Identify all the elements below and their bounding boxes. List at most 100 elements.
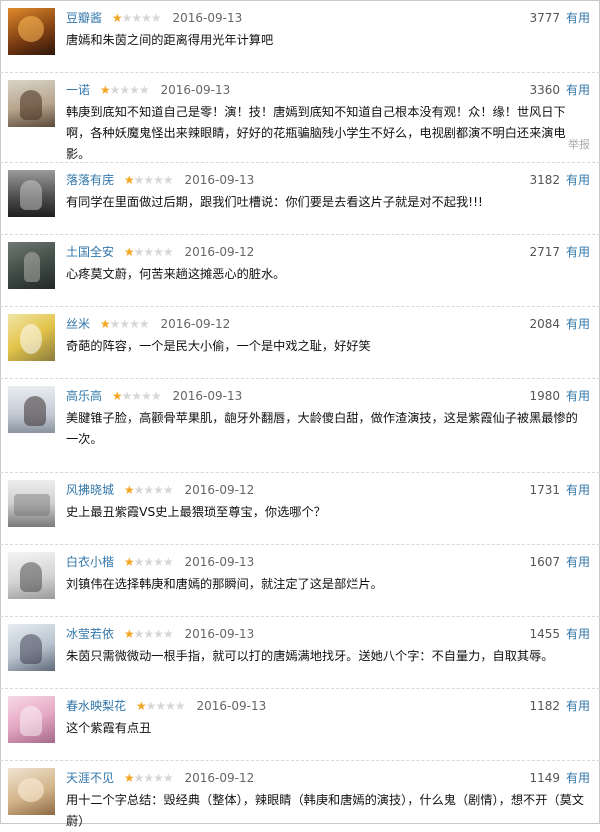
rating-stars: ★★★★★ — [123, 173, 174, 187]
useful-button[interactable]: 有用 — [566, 171, 590, 189]
comment-date: 2016-09-12 — [160, 317, 231, 331]
useful-button[interactable]: 有用 — [566, 481, 590, 499]
useful-button[interactable]: 有用 — [566, 769, 590, 787]
comment-username[interactable]: 风拂晓城 — [66, 483, 114, 497]
comment-item: 一诺 ★★★★★ 2016-09-13 3360 有用 韩庚到底知不知道自己是零… — [0, 72, 600, 163]
comment-text: 奇葩的阵容，一个是民大小偷，一个是中戏之耻，好好笑 — [66, 339, 371, 353]
comment-text: 唐嫣和朱茵之间的距离得用光年计算吧 — [66, 33, 274, 47]
comment-date: 2016-09-13 — [160, 83, 231, 97]
user-avatar[interactable] — [8, 242, 55, 289]
comment-item: 落落有庑 ★★★★★ 2016-09-13 3182 有用 有同学在里面做过后期… — [0, 162, 600, 235]
comment-item: 天涯不见 ★★★★★ 2016-09-12 1149 有用 用十二个字总结：毁经… — [0, 760, 600, 828]
comment-date: 2016-09-12 — [184, 483, 255, 497]
user-avatar[interactable] — [8, 386, 55, 433]
vote-count: 1149 — [529, 771, 560, 785]
comment-text: 这个紫霞有点丑 — [66, 721, 152, 735]
comment-username[interactable]: 白衣小楷 — [66, 555, 114, 569]
comment-date: 2016-09-13 — [172, 389, 243, 403]
useful-button[interactable]: 有用 — [566, 81, 590, 99]
rating-stars: ★★★★★ — [99, 317, 150, 331]
comment-text: 美腱锥子脸，高颧骨苹果肌，龅牙外翻唇，大龄傻白甜，做作渣演技，这是紫霞仙子被黑最… — [66, 411, 578, 446]
comment-date: 2016-09-13 — [184, 627, 255, 641]
useful-button[interactable]: 有用 — [566, 625, 590, 643]
comment-text: 朱茵只需微微动一根手指，就可以打的唐嫣满地找牙。送她八个字：不自量力，自取其辱。 — [66, 649, 554, 663]
useful-button[interactable]: 有用 — [566, 387, 590, 405]
rating-stars: ★★★★★ — [135, 699, 186, 713]
vote-count: 1455 — [529, 627, 560, 641]
comment-item: 土国全安 ★★★★★ 2016-09-12 2717 有用 心疼莫文蔚，何苦来趟… — [0, 234, 600, 307]
vote-count: 2084 — [529, 317, 560, 331]
rating-stars: ★★★★★ — [99, 83, 150, 97]
comment-text: 心疼莫文蔚，何苦来趟这摊恶心的脏水。 — [66, 267, 286, 281]
comment-username[interactable]: 土国全安 — [66, 245, 114, 259]
useful-button[interactable]: 有用 — [566, 9, 590, 27]
comment-date: 2016-09-13 — [184, 555, 255, 569]
comment-item: 白衣小楷 ★★★★★ 2016-09-13 1607 有用 刘镇伟在选择韩庚和唐… — [0, 544, 600, 617]
comment-item: 风拂晓城 ★★★★★ 2016-09-12 1731 有用 史上最丑紫霞VS史上… — [0, 472, 600, 545]
rating-stars: ★★★★★ — [123, 627, 174, 641]
rating-stars: ★★★★★ — [111, 11, 162, 25]
comment-text: 用十二个字总结：毁经典（整体），辣眼睛（韩庚和唐嫣的演技），什么鬼（剧情），想不… — [66, 793, 584, 828]
rating-stars: ★★★★★ — [123, 771, 174, 785]
comment-text: 有同学在里面做过后期，跟我们吐槽说：你们要是去看这片子就是对不起我!!! — [66, 195, 483, 209]
user-avatar[interactable] — [8, 8, 55, 55]
comment-header: 落落有庑 ★★★★★ 2016-09-13 — [66, 171, 590, 189]
comment-date: 2016-09-13 — [184, 173, 255, 187]
comment-text: 史上最丑紫霞VS史上最猥琐至尊宝，你选哪个？ — [66, 505, 326, 519]
rating-stars: ★★★★★ — [123, 555, 174, 569]
rating-stars: ★★★★★ — [123, 245, 174, 259]
comment-date: 2016-09-12 — [184, 245, 255, 259]
comment-username[interactable]: 一诺 — [66, 83, 90, 97]
comment-username[interactable]: 春水映梨花 — [66, 699, 126, 713]
vote-count: 1980 — [529, 389, 560, 403]
comment-header: 土国全安 ★★★★★ 2016-09-12 — [66, 243, 590, 261]
user-avatar[interactable] — [8, 314, 55, 361]
user-avatar[interactable] — [8, 80, 55, 127]
useful-button[interactable]: 有用 — [566, 315, 590, 333]
comment-header: 白衣小楷 ★★★★★ 2016-09-13 — [66, 553, 590, 571]
vote-count: 1182 — [529, 699, 560, 713]
vote-count: 3182 — [529, 173, 560, 187]
user-avatar[interactable] — [8, 696, 55, 743]
comment-username[interactable]: 丝米 — [66, 317, 90, 331]
vote-count: 1607 — [529, 555, 560, 569]
comment-item: 高乐高 ★★★★★ 2016-09-13 1980 有用 美腱锥子脸，高颧骨苹果… — [0, 378, 600, 473]
rating-stars: ★★★★★ — [123, 483, 174, 497]
comment-header: 一诺 ★★★★★ 2016-09-13 — [66, 81, 590, 99]
useful-button[interactable]: 有用 — [566, 243, 590, 261]
vote-count: 3777 — [529, 11, 560, 25]
vote-count: 2717 — [529, 245, 560, 259]
comment-header: 高乐高 ★★★★★ 2016-09-13 — [66, 387, 590, 405]
comment-text: 刘镇伟在选择韩庚和唐嫣的那瞬间，就注定了这是部烂片。 — [66, 577, 383, 591]
user-avatar[interactable] — [8, 768, 55, 815]
user-avatar[interactable] — [8, 480, 55, 527]
comment-username[interactable]: 高乐高 — [66, 389, 102, 403]
comment-header: 天涯不见 ★★★★★ 2016-09-12 — [66, 769, 590, 787]
comment-date: 2016-09-12 — [184, 771, 255, 785]
comment-item: 春水映梨花 ★★★★★ 2016-09-13 1182 有用 这个紫霞有点丑 — [0, 688, 600, 761]
comment-item: 豆瓣酱 ★★★★★ 2016-09-13 3777 有用 唐嫣和朱茵之间的距离得… — [0, 0, 600, 73]
report-link[interactable]: 举报 — [568, 136, 590, 152]
useful-button[interactable]: 有用 — [566, 697, 590, 715]
comment-username[interactable]: 豆瓣酱 — [66, 11, 102, 25]
comment-item: 丝米 ★★★★★ 2016-09-12 2084 有用 奇葩的阵容，一个是民大小… — [0, 306, 600, 379]
comment-item: 冰莹若依 ★★★★★ 2016-09-13 1455 有用 朱茵只需微微动一根手… — [0, 616, 600, 689]
comment-header: 丝米 ★★★★★ 2016-09-12 — [66, 315, 590, 333]
useful-button[interactable]: 有用 — [566, 553, 590, 571]
comment-header: 风拂晓城 ★★★★★ 2016-09-12 — [66, 481, 590, 499]
comment-username[interactable]: 落落有庑 — [66, 173, 114, 187]
user-avatar[interactable] — [8, 170, 55, 217]
comment-date: 2016-09-13 — [196, 699, 267, 713]
user-avatar[interactable] — [8, 624, 55, 671]
vote-count: 1731 — [529, 483, 560, 497]
rating-stars: ★★★★★ — [111, 389, 162, 403]
user-avatar[interactable] — [8, 552, 55, 599]
comment-date: 2016-09-13 — [172, 11, 243, 25]
comment-header: 春水映梨花 ★★★★★ 2016-09-13 — [66, 697, 590, 715]
comment-header: 豆瓣酱 ★★★★★ 2016-09-13 — [66, 9, 590, 27]
comment-text: 韩庚到底知不知道自己是零！演！技！唐嫣到底知不知道自己根本没有观！众！缘！世风日… — [66, 105, 566, 161]
vote-count: 3360 — [529, 83, 560, 97]
comment-username[interactable]: 天涯不见 — [66, 771, 114, 785]
comment-username[interactable]: 冰莹若依 — [66, 627, 114, 641]
comment-header: 冰莹若依 ★★★★★ 2016-09-13 — [66, 625, 590, 643]
